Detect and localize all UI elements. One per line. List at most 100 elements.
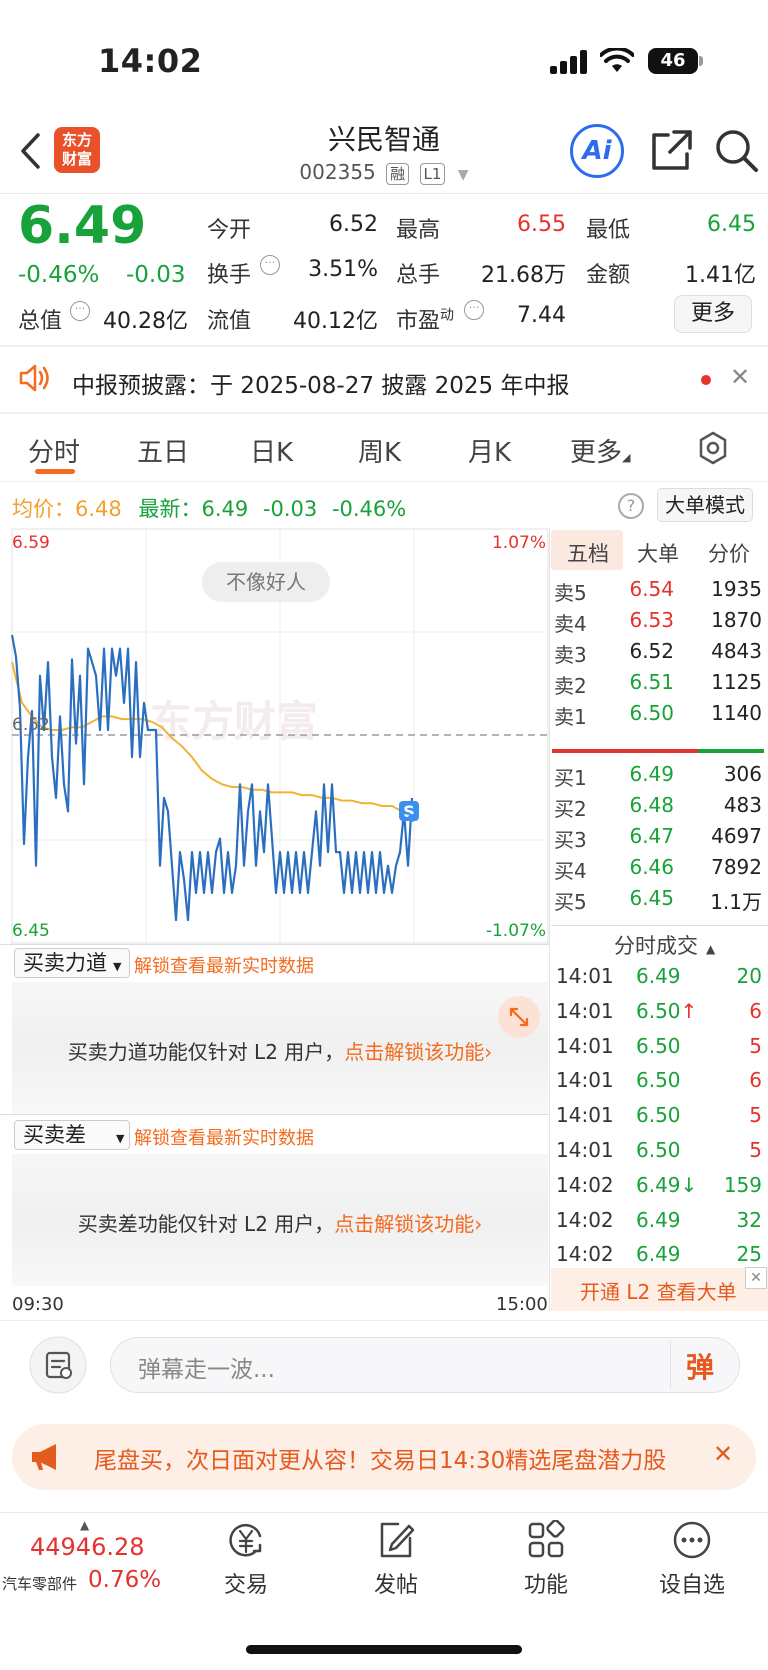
ask-row[interactable]: 卖2 6.51 1125 <box>552 670 764 702</box>
speaker-icon <box>19 364 49 392</box>
tab-intraday[interactable]: 分时 <box>28 432 80 469</box>
close-icon[interactable]: ✕ <box>730 363 750 391</box>
ai-button[interactable]: Ai <box>570 124 624 178</box>
ticks-title[interactable]: 分时成交 ▲ <box>614 930 715 960</box>
ask-row[interactable]: 卖3 6.52 4843 <box>552 639 764 671</box>
pct-bottom-label: -1.07% <box>486 921 546 941</box>
bid-row[interactable]: 买3 6.47 4697 <box>552 824 764 856</box>
unlock-link[interactable]: 解锁查看最新实时数据 <box>134 952 314 978</box>
divider <box>549 528 550 1311</box>
index-change[interactable]: 0.76% <box>88 1567 161 1593</box>
tab-weekly-k[interactable]: 周K <box>358 432 401 469</box>
danmu-placeholder: 弹幕走一波... <box>138 1357 275 1383</box>
change-amount: -0.03 <box>126 262 186 288</box>
turnover-label: 换手 <box>207 263 252 288</box>
close-icon[interactable]: ✕ <box>745 1267 767 1289</box>
unlock-action[interactable]: 点击解锁该功能 <box>334 1212 474 1236</box>
expand-icon[interactable] <box>498 996 540 1038</box>
share-icon[interactable] <box>650 128 694 172</box>
compose-icon[interactable] <box>376 1520 416 1560</box>
tick-volume: 5 <box>749 1138 762 1162</box>
y-top-label: 6.59 <box>12 533 50 553</box>
ask-row[interactable]: 卖5 6.54 1935 <box>552 577 764 609</box>
divider <box>0 345 768 347</box>
divider <box>0 944 549 945</box>
tick-volume: 20 <box>736 964 762 988</box>
mktcap-value: 40.28亿 <box>103 309 188 334</box>
bid-volume: 7892 <box>711 855 762 879</box>
divider <box>0 481 768 482</box>
help-icon[interactable]: ? <box>618 493 644 519</box>
bid-row[interactable]: 买5 6.45 1.1万 <box>552 886 764 918</box>
l2-banner-text[interactable]: 开通 L2 查看大单 <box>580 1276 737 1305</box>
open-value: 6.52 <box>329 212 378 237</box>
comment-list-icon[interactable] <box>28 1335 88 1395</box>
bid-volume: 483 <box>723 793 762 817</box>
change-percent: -0.46% <box>18 262 100 288</box>
close-icon[interactable]: ✕ <box>713 1440 733 1468</box>
unlock-link[interactable]: 解锁查看最新实时数据 <box>134 1124 314 1150</box>
trade-icon[interactable] <box>226 1520 266 1560</box>
more-dots-icon[interactable]: ··· <box>70 301 90 321</box>
tab-price-dist[interactable]: 分价 <box>708 538 750 568</box>
chevron-up-icon[interactable]: ▲ <box>80 1518 89 1532</box>
bid-row[interactable]: 买2 6.48 483 <box>552 793 764 825</box>
tick-price: 6.50 <box>636 1138 681 1162</box>
amount-label: 金额 <box>586 263 631 288</box>
tick-price: 6.49 <box>636 1242 681 1267</box>
diff-indicator-select[interactable]: 买卖差 ▼ <box>14 1120 130 1150</box>
promo-text[interactable]: 尾盘买，次日面对更从容！交易日14:30精选尾盘潜力股 <box>94 1441 666 1475</box>
amount-value: 1.41亿 <box>685 263 756 288</box>
latest-change: -0.03 <box>262 497 318 521</box>
notice-text[interactable]: 中报预披露：于 2025-08-27 披露 2025 年中报 <box>72 366 569 400</box>
tab-daily-k[interactable]: 日K <box>250 432 293 469</box>
ask-row[interactable]: 卖4 6.53 1870 <box>552 608 764 640</box>
gear-icon[interactable] <box>696 431 730 465</box>
more-dots-icon[interactable] <box>672 1520 712 1560</box>
tab-five-levels[interactable]: 五档 <box>567 538 609 568</box>
index-value[interactable]: 44946.28 <box>30 1533 145 1561</box>
bid-row[interactable]: 买4 6.46 7892 <box>552 855 764 887</box>
turnover-value: 3.51% <box>308 257 378 282</box>
more-dots-icon[interactable]: ··· <box>464 300 484 320</box>
battery-icon: 46 <box>648 48 698 74</box>
latest-pct: -0.46% <box>331 497 407 521</box>
ask-row[interactable]: 卖1 6.50 1140 <box>552 701 764 733</box>
tick-volume: 25 <box>736 1242 762 1267</box>
low-value: 6.45 <box>707 212 756 237</box>
divider <box>0 1512 768 1513</box>
more-quote-button[interactable]: 更多 <box>674 295 752 333</box>
big-order-mode-button[interactable]: 大单模式 <box>657 488 753 522</box>
divider <box>0 412 768 414</box>
tick-time: 14:01 <box>556 964 614 988</box>
bid-label: 买1 <box>554 766 587 790</box>
power-indicator-select[interactable]: 买卖力道 ▼ <box>14 948 130 978</box>
tab-big-orders[interactable]: 大单 <box>637 538 679 568</box>
tab-more[interactable]: 更多◢ <box>570 432 630 469</box>
send-danmu-button[interactable]: 弹 <box>686 1346 714 1386</box>
bid-row[interactable]: 买1 6.49 306 <box>552 762 764 794</box>
tab-monthly-k[interactable]: 月K <box>468 432 511 469</box>
intraday-chart[interactable]: 东方财富 不像好人 S 6.59 1.07% 6.52 6.45 -1.07% <box>0 528 552 944</box>
nav-trade[interactable]: 交易 <box>196 1567 296 1599</box>
tick-time: 14:01 <box>556 1103 614 1128</box>
more-dots-icon[interactable]: ··· <box>260 255 280 275</box>
ask-price: 6.54 <box>629 577 674 601</box>
prev-close-label: 6.52 <box>12 715 50 735</box>
volume-value: 21.68万 <box>481 263 566 288</box>
search-icon[interactable] <box>714 128 760 174</box>
tick-row: 14:02 6.49↓ 159 <box>556 1173 764 1207</box>
status-time: 14:02 <box>98 42 203 80</box>
index-name[interactable]: 汽车零部件 <box>2 1573 77 1594</box>
nav-post[interactable]: 发帖 <box>346 1567 446 1599</box>
tick-volume: 32 <box>736 1207 762 1232</box>
stock-code: 002355 <box>299 160 376 184</box>
tick-volume: 6 <box>749 998 762 1023</box>
tick-row: 14:01 6.50 5 <box>556 1138 764 1172</box>
grid-icon[interactable] <box>526 1520 566 1560</box>
tab-five-day[interactable]: 五日 <box>137 432 189 469</box>
l2-message: 买卖力道功能仅针对 L2 用户，点击解锁该功能› <box>67 1040 493 1064</box>
unlock-action[interactable]: 点击解锁该功能 <box>344 1040 484 1064</box>
nav-watchlist[interactable]: 设自选 <box>642 1567 742 1599</box>
nav-functions[interactable]: 功能 <box>496 1567 596 1599</box>
